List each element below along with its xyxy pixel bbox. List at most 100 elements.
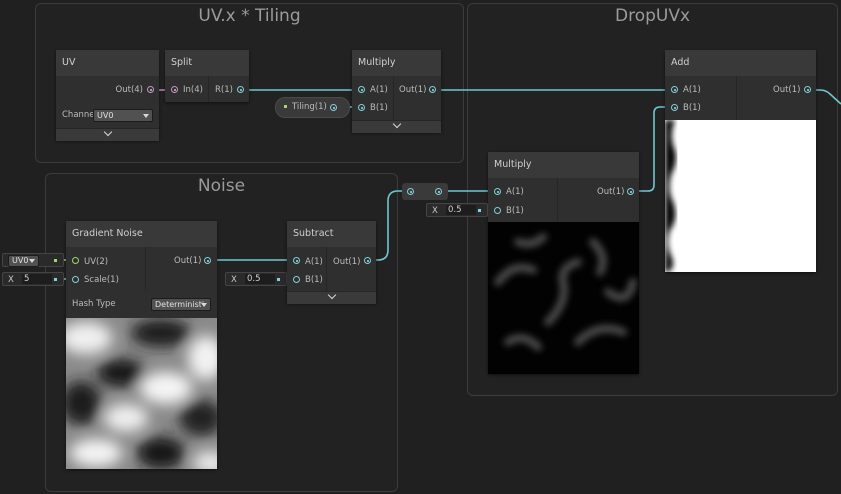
multiply-mid-b-field[interactable]: X 0.5 [426, 203, 488, 217]
reroute-node[interactable] [402, 183, 448, 200]
chevron-down-icon [201, 303, 207, 307]
gradient-noise-divider [145, 247, 146, 291]
gradient-noise-out-port[interactable] [204, 257, 211, 264]
split-divider [208, 76, 209, 102]
split-r-label: R(1) [215, 85, 233, 95]
multiply-top-a-label: A(1) [370, 85, 388, 95]
gradient-noise-scale-port[interactable] [72, 276, 79, 283]
multiply-mid-b-port[interactable] [494, 207, 501, 214]
gradient-noise-uv-port[interactable] [72, 257, 79, 264]
multiply-top-out-label: Out(1) [399, 85, 427, 95]
subtract-node[interactable]: Subtract A(1) B(1) Out(1) [287, 221, 376, 304]
multiply-mid-divider [557, 178, 558, 222]
uv-channel-label: Channe [62, 110, 95, 120]
tiling-property-label: Tiling(1) [292, 102, 327, 112]
gradient-noise-hash-dropdown[interactable]: Deterministi [151, 298, 211, 311]
multiply-mid-out-label: Out(1) [597, 187, 625, 197]
add-divider [736, 76, 737, 120]
subtract-b-label: B(1) [305, 275, 323, 285]
reroute-in-port[interactable] [407, 188, 414, 195]
subtract-a-port[interactable] [293, 257, 300, 264]
add-a-label: A(1) [683, 85, 701, 95]
multiply-mid-b-label: B(1) [506, 206, 524, 216]
multiply-mid-a-port[interactable] [494, 188, 501, 195]
uv-out-port[interactable] [147, 86, 154, 93]
reroute-out-port[interactable] [435, 188, 442, 195]
uv-node-title: UV [56, 50, 159, 76]
uv-channel-value: UV0 [97, 111, 114, 120]
multiply-mid-a-label: A(1) [506, 187, 524, 197]
gradient-noise-scale-connector [54, 278, 57, 281]
add-out-label: Out(1) [773, 85, 801, 95]
gradient-noise-hash-label: Hash Type [72, 299, 116, 309]
subtract-b-field[interactable]: X 0.5 [225, 272, 287, 286]
tiling-property-out-port[interactable] [330, 104, 337, 111]
chevron-down-icon [29, 259, 35, 263]
add-out-port[interactable] [804, 86, 811, 93]
chevron-down-icon [143, 114, 149, 118]
gradient-noise-scale-field[interactable]: X 5 [2, 272, 64, 286]
multiply-top-b-label: B(1) [370, 103, 388, 113]
multiply-mid-preview-image [488, 222, 639, 374]
gradient-noise-scale-value[interactable]: 5 [22, 274, 52, 284]
gradient-noise-hash-value: Deterministi [155, 300, 205, 309]
gradient-noise-scale-axis: X [8, 275, 14, 285]
gradient-noise-preview-texture [66, 319, 217, 469]
subtract-out-label: Out(1) [333, 257, 361, 267]
multiply-top-divider [393, 76, 394, 120]
multiply-mid-b-connector [478, 209, 481, 212]
gradient-noise-out-label: Out(1) [174, 256, 202, 266]
multiply-top-b-port[interactable] [358, 104, 365, 111]
gradient-noise-uv-label: UV(2) [84, 257, 109, 267]
subtract-b-axis: X [231, 275, 237, 285]
gradient-noise-title: Gradient Noise [66, 221, 217, 247]
multiply-mid-out-port[interactable] [627, 188, 634, 195]
split-in-label: In(4) [183, 85, 203, 95]
chevron-down-icon [103, 127, 112, 137]
multiply-mid-node[interactable]: Multiply A(1) B(1) Out(1) [488, 152, 639, 374]
subtract-b-value[interactable]: 0.5 [245, 274, 275, 284]
add-node[interactable]: Add A(1) B(1) Out(1) [665, 50, 816, 272]
uv-node[interactable]: UV Out(4) Channe UV0 [56, 50, 159, 141]
tiling-property-node[interactable]: Tiling(1) [275, 97, 350, 118]
multiply-mid-title: Multiply [488, 152, 639, 178]
multiply-mid-b-axis: X [432, 206, 438, 216]
subtract-out-port[interactable] [364, 257, 371, 264]
multiply-top-node[interactable]: Multiply A(1) B(1) Out(1) [352, 50, 441, 133]
multiply-top-title: Multiply [352, 50, 441, 76]
split-in-port[interactable] [171, 86, 178, 93]
split-node-title: Split [165, 50, 249, 76]
subtract-expand-toggle[interactable] [287, 290, 376, 304]
multiply-top-a-port[interactable] [358, 86, 365, 93]
subtract-b-port[interactable] [293, 276, 300, 283]
multiply-mid-preview-noise [494, 233, 637, 351]
multiply-top-out-port[interactable] [429, 86, 436, 93]
gradient-noise-uv-input-field[interactable]: UV0 [2, 253, 64, 267]
uv-out-label: Out(4) [115, 85, 143, 95]
add-b-port[interactable] [671, 104, 678, 111]
chevron-down-icon [327, 290, 336, 300]
gradient-noise-node[interactable]: Gradient Noise UV(2) Scale(1) Out(1) Has… [66, 221, 217, 469]
gradient-noise-uv-input-value: UV0 [12, 256, 29, 265]
gradient-noise-uv-input-dropdown[interactable]: UV0 [8, 255, 39, 267]
subtract-divider [326, 247, 327, 291]
gradient-noise-preview-image [66, 318, 217, 469]
multiply-top-expand-toggle[interactable] [352, 119, 441, 133]
tiling-property-indicator [284, 105, 287, 108]
add-preview-gradient [665, 120, 676, 272]
split-node[interactable]: Split In(4) R(1) [165, 50, 249, 102]
uv-expand-toggle[interactable] [56, 127, 159, 141]
uv-channel-dropdown[interactable]: UV0 [93, 109, 153, 122]
subtract-title: Subtract [287, 221, 376, 247]
chevron-down-icon [392, 119, 401, 129]
add-preview-image [665, 120, 816, 272]
add-b-label: B(1) [683, 103, 701, 113]
gradient-noise-uv-input-connector [54, 259, 57, 262]
subtract-a-label: A(1) [305, 257, 323, 267]
add-node-title: Add [665, 50, 816, 76]
multiply-mid-b-value[interactable]: 0.5 [446, 205, 476, 215]
split-r-port[interactable] [237, 86, 244, 93]
gradient-noise-scale-label: Scale(1) [84, 275, 119, 285]
subtract-b-connector [277, 278, 280, 281]
add-a-port[interactable] [671, 86, 678, 93]
